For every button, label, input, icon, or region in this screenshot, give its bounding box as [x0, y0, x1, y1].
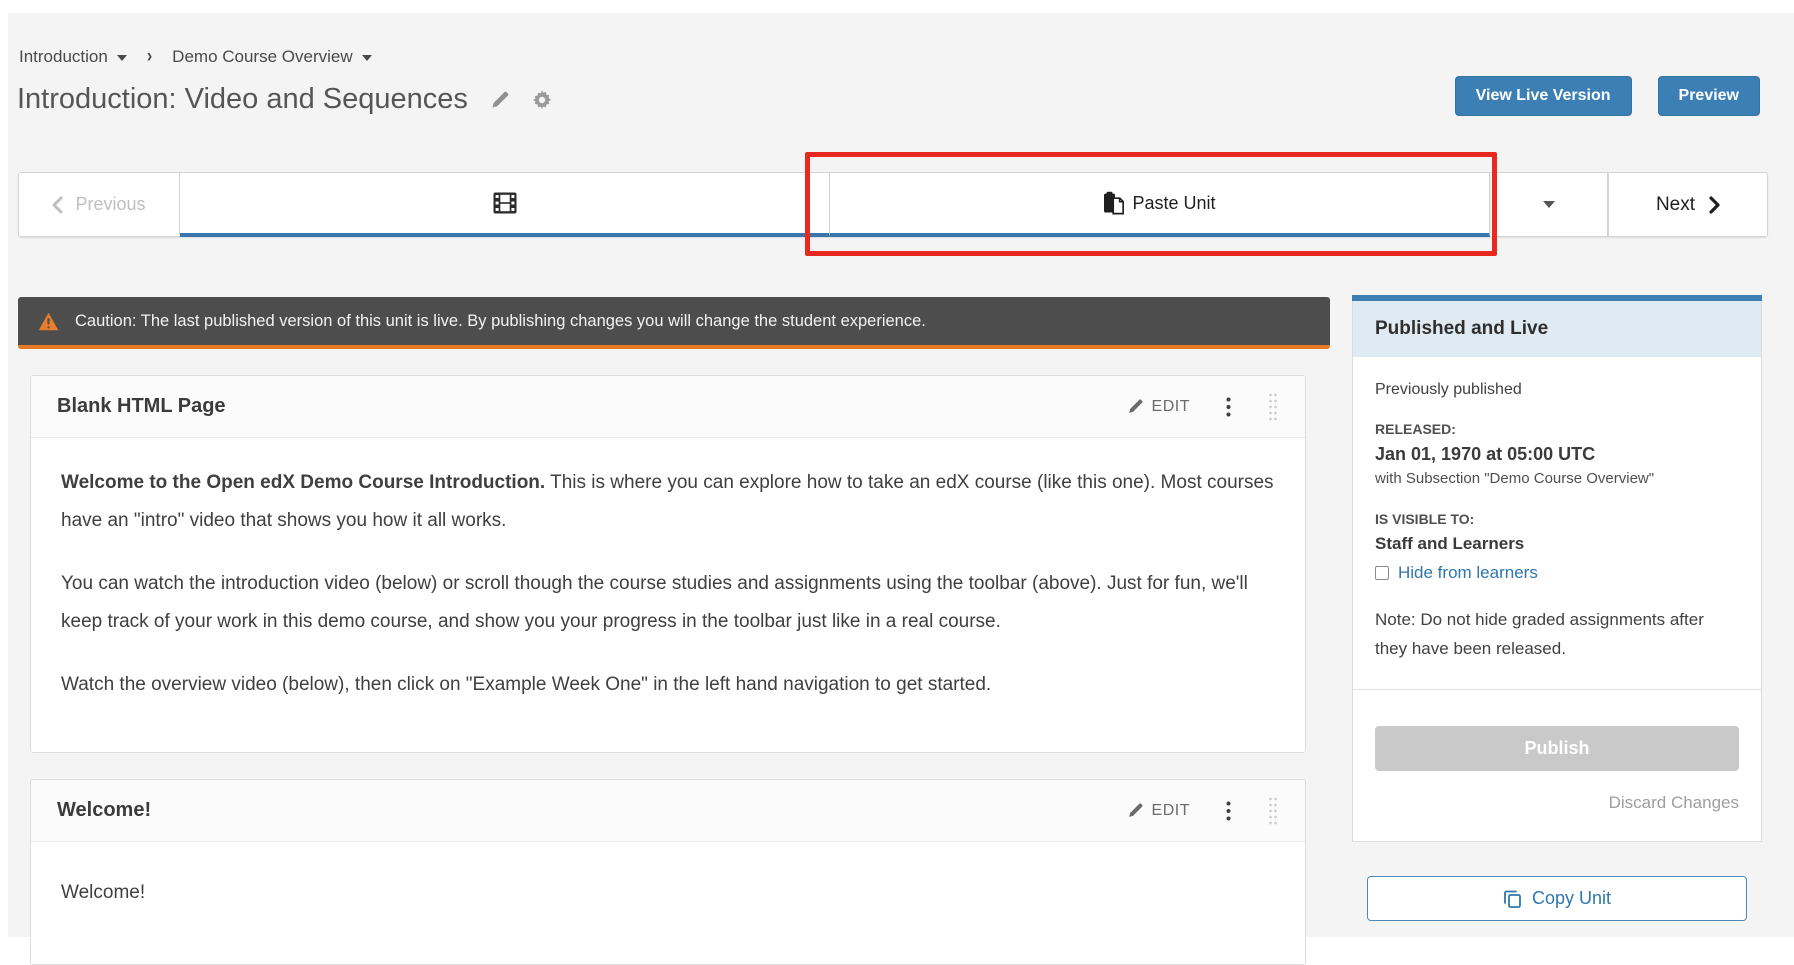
body-paragraph: Watch the overview video (below), then c… [61, 666, 1275, 704]
caret-down-icon [117, 55, 127, 61]
publish-panel: Published and Live Previously published … [1352, 301, 1762, 842]
tab-video-unit[interactable] [180, 172, 830, 237]
breadcrumb-section[interactable]: Introduction [19, 47, 127, 67]
previous-button[interactable]: Previous [18, 172, 180, 237]
chevron-left-icon [52, 196, 63, 214]
body-paragraph: Welcome to the Open edX Demo Course Intr… [61, 464, 1275, 540]
edit-button[interactable]: EDIT [1127, 802, 1190, 820]
next-button[interactable]: Next [1608, 172, 1768, 237]
annotation-red-box [805, 152, 1497, 256]
discard-changes-link[interactable]: Discard Changes [1375, 793, 1739, 813]
studio-unit-page: Introduction › Demo Course Overview Intr… [8, 13, 1794, 937]
publish-panel-footer: Publish Discard Changes [1353, 689, 1761, 841]
released-with-subsection: with Subsection "Demo Course Overview" [1375, 470, 1739, 487]
component-body: Welcome to the Open edX Demo Course Intr… [31, 438, 1305, 752]
unit-settings-gear-icon[interactable] [532, 90, 552, 110]
publish-panel-title: Published and Live [1353, 301, 1761, 357]
breadcrumb-subsection[interactable]: Demo Course Overview [172, 47, 371, 67]
warning-banner-text: Caution: The last published version of t… [75, 312, 926, 331]
component-menu-kebab-icon[interactable] [1226, 397, 1231, 417]
component-menu-kebab-icon[interactable] [1226, 801, 1231, 821]
component-card-blank-html-page: Blank HTML Page EDIT Welcome to the Open… [30, 375, 1306, 753]
edit-title-pencil-icon[interactable] [490, 90, 510, 110]
drag-handle-icon[interactable] [1267, 392, 1279, 422]
edit-button-label: EDIT [1152, 802, 1190, 820]
visible-to-label: IS VISIBLE TO: [1375, 511, 1739, 527]
drag-handle-icon[interactable] [1267, 796, 1279, 826]
publish-status: Previously published [1375, 381, 1739, 399]
page-title: Introduction: Video and Sequences [17, 83, 468, 116]
component-card-header: Welcome! EDIT [31, 780, 1305, 842]
breadcrumb-section-label: Introduction [19, 47, 108, 67]
hide-from-learners-control[interactable]: Hide from learners [1375, 563, 1739, 583]
visible-to-value: Staff and Learners [1375, 534, 1739, 554]
component-title: Welcome! [57, 799, 151, 822]
component-body: Welcome! [31, 842, 1305, 964]
sequence-overflow-dropdown[interactable] [1490, 172, 1608, 237]
pencil-icon [1127, 802, 1144, 819]
chevron-right-icon [1709, 196, 1720, 214]
unit-content-column: Caution: The last published version of t… [18, 297, 1330, 965]
film-icon [493, 192, 517, 214]
breadcrumb-separator-icon: › [141, 46, 158, 68]
released-date: Jan 01, 1970 at 05:00 UTC [1375, 444, 1739, 465]
view-live-version-button[interactable]: View Live Version [1455, 76, 1632, 116]
live-unit-warning-banner: Caution: The last published version of t… [18, 297, 1330, 349]
component-card-header: Blank HTML Page EDIT [31, 376, 1305, 438]
publish-sidebar: Published and Live Previously published … [1352, 295, 1762, 921]
hide-from-learners-label: Hide from learners [1398, 563, 1538, 583]
breadcrumb-subsection-label: Demo Course Overview [172, 47, 352, 67]
copy-unit-button[interactable]: Copy Unit [1367, 876, 1747, 921]
publish-button[interactable]: Publish [1375, 726, 1739, 771]
pencil-icon [1127, 398, 1144, 415]
paragraph-lead: Welcome to the Open edX Demo Course Intr… [61, 472, 545, 493]
caret-down-icon [362, 55, 372, 61]
body-paragraph: You can watch the introduction video (be… [61, 565, 1275, 641]
previous-label: Previous [75, 194, 145, 215]
copy-icon [1503, 889, 1522, 908]
component-card-welcome: Welcome! EDIT Welcome! [30, 779, 1306, 965]
warning-triangle-icon [38, 312, 59, 331]
edit-button-label: EDIT [1152, 398, 1190, 416]
preview-button[interactable]: Preview [1658, 76, 1760, 116]
breadcrumb: Introduction › Demo Course Overview [19, 47, 372, 67]
publish-note: Note: Do not hide graded assignments aft… [1375, 605, 1739, 685]
hide-from-learners-checkbox[interactable] [1375, 566, 1389, 580]
component-title: Blank HTML Page [57, 395, 226, 418]
edit-button[interactable]: EDIT [1127, 398, 1190, 416]
caret-down-icon [1543, 201, 1555, 208]
next-label: Next [1656, 194, 1695, 216]
paragraph-lead: Welcome! [61, 882, 145, 903]
released-label: RELEASED: [1375, 421, 1739, 437]
copy-unit-label: Copy Unit [1532, 888, 1611, 909]
